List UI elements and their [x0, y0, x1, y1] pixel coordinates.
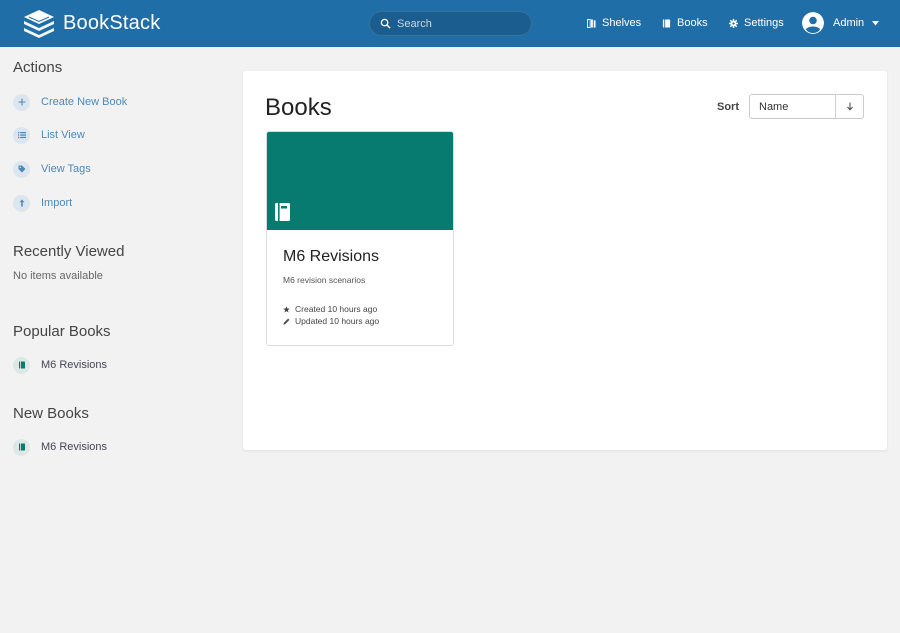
sort-label: Sort [717, 101, 739, 113]
books-panel: Books Sort Name M6 Revisions M6 revision… [243, 71, 887, 450]
book-updated-meta: Updated 10 hours ago [283, 316, 379, 326]
book-icon [18, 443, 25, 451]
book-created-meta: Created 10 hours ago [283, 304, 377, 314]
avatar [802, 12, 824, 34]
create-new-book-link[interactable]: Create New Book [13, 93, 127, 111]
search-icon [380, 18, 391, 29]
tag-icon [18, 165, 25, 173]
list-icon-wrap [13, 126, 30, 144]
new-books-title: New Books [13, 405, 89, 422]
search-input[interactable] [397, 15, 527, 33]
actions-title: Actions [13, 59, 63, 76]
import-label: Import [41, 197, 73, 209]
book-icon [18, 361, 25, 369]
upload-icon-wrap [13, 194, 30, 212]
sort-select[interactable]: Name [749, 94, 836, 119]
view-tags-link[interactable]: View Tags [13, 160, 91, 178]
upload-icon [19, 199, 24, 207]
popular-books-title: Popular Books [13, 323, 111, 340]
recently-viewed-empty: No items available [13, 270, 103, 282]
top-header: BookStack Shelves Books [0, 0, 900, 47]
book-name[interactable]: M6 Revisions [283, 248, 379, 266]
book-description: M6 revision scenarios [283, 275, 366, 285]
book-cover[interactable] [267, 132, 453, 230]
star-icon [283, 305, 290, 312]
list-icon [17, 132, 26, 139]
book-icon [275, 203, 290, 221]
plus-icon [18, 98, 25, 106]
nav-settings-label: Settings [744, 17, 784, 29]
plus-icon-wrap [13, 93, 30, 111]
tag-icon-wrap [13, 160, 30, 178]
nav-books[interactable]: Books [662, 16, 708, 30]
book-card[interactable]: M6 Revisions M6 revision scenarios Creat… [266, 131, 454, 346]
list-view-link[interactable]: List View [13, 126, 85, 144]
brand-name[interactable]: BookStack [63, 12, 160, 35]
book-created-text: Created 10 hours ago [295, 304, 378, 314]
popular-book-label: M6 Revisions [41, 359, 108, 371]
shelves-icon [587, 18, 596, 28]
list-view-label: List View [41, 129, 85, 141]
new-book-label: M6 Revisions [41, 441, 108, 453]
create-new-book-label: Create New Book [41, 96, 128, 108]
recently-viewed-title: Recently Viewed [13, 243, 125, 260]
book-icon-wrap [13, 356, 30, 374]
sort-direction-button[interactable] [835, 94, 864, 119]
view-tags-label: View Tags [41, 163, 91, 175]
book-icon-wrap [13, 438, 30, 456]
search-box[interactable] [369, 11, 532, 36]
book-icon [662, 18, 671, 28]
nav-settings[interactable]: Settings [729, 16, 784, 30]
user-name: Admin [833, 17, 865, 29]
pencil-icon [283, 318, 290, 325]
import-link[interactable]: Import [13, 194, 72, 212]
arrow-down-icon [846, 102, 853, 111]
gear-icon [729, 18, 738, 28]
caret-down-icon [872, 20, 880, 25]
bookstack-logo-icon[interactable] [23, 9, 55, 39]
user-menu[interactable]: Admin [802, 12, 880, 34]
nav-shelves[interactable]: Shelves [587, 16, 641, 30]
book-updated-text: Updated 10 hours ago [295, 316, 380, 326]
new-book-item[interactable]: M6 Revisions [13, 438, 107, 456]
nav-shelves-label: Shelves [602, 17, 642, 29]
page-title: Books [265, 94, 332, 121]
sort-select-value: Name [759, 100, 789, 113]
popular-book-item[interactable]: M6 Revisions [13, 356, 107, 374]
nav-books-label: Books [677, 17, 708, 29]
